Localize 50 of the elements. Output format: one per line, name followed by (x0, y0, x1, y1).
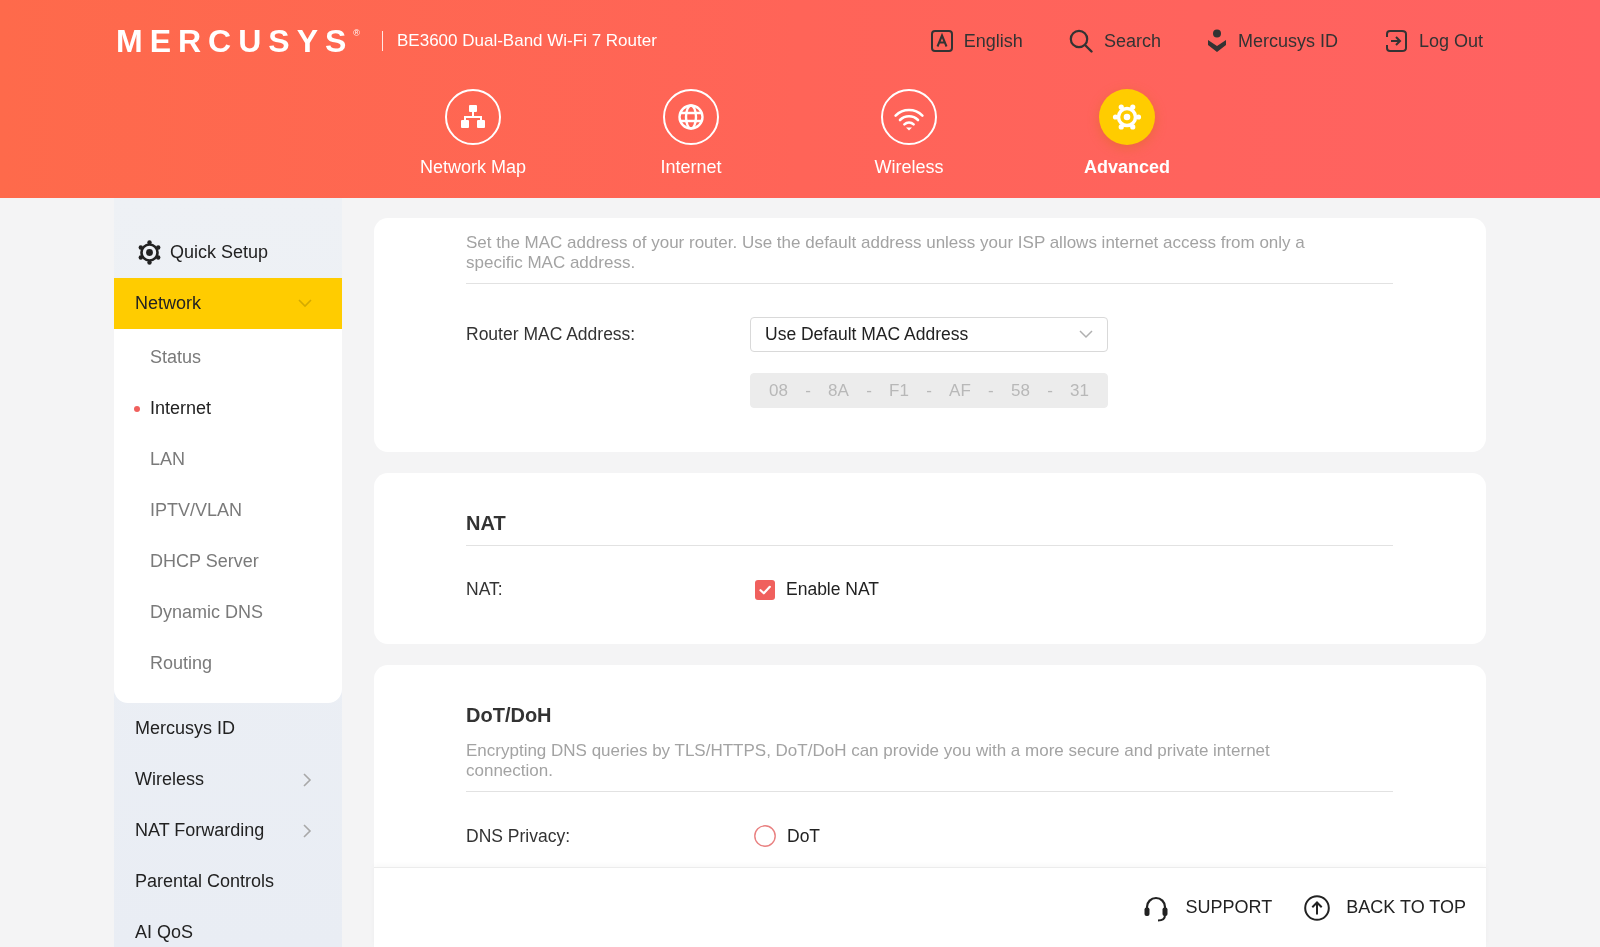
section-title: DoT/DoH (466, 703, 553, 727)
nav-tab[interactable]: Advanced (1018, 82, 1236, 177)
section-title: NAT (466, 511, 507, 535)
submenu-item[interactable]: DHCP Server (114, 536, 342, 587)
field-label: DNS Privacy: (466, 825, 572, 847)
gear-icon (137, 240, 162, 265)
logout-icon (1383, 29, 1408, 53)
sidebar-item[interactable]: Mercusys ID (114, 703, 342, 754)
field-label: NAT: (466, 579, 504, 600)
brand-logo: MERCUSYS$^{®}$ (116, 25, 360, 57)
chevron-down-icon (1079, 330, 1093, 339)
submenu-item[interactable]: IPTV/VLAN (114, 485, 342, 536)
field-label: Router MAC Address: (466, 324, 637, 345)
sidebar-item[interactable]: AI QoS (114, 907, 342, 947)
user-icon (1206, 29, 1227, 53)
submenu-item[interactable]: Status (114, 332, 342, 383)
logout-button[interactable]: Log Out (1383, 29, 1483, 53)
nav-tab[interactable]: Wireless (800, 82, 1018, 177)
sidebar-item[interactable]: Parental Controls (114, 856, 342, 907)
submenu-item[interactable]: Internet (114, 383, 342, 434)
support-link[interactable]: SUPPORT (1141, 893, 1273, 922)
search-button[interactable]: Search (1068, 29, 1161, 53)
checkbox[interactable] (755, 579, 775, 600)
radio-label[interactable]: DoT (787, 825, 821, 847)
back-to-top-button[interactable]: BACK TO TOP (1304, 894, 1466, 921)
submenu-item[interactable]: Dynamic DNS (114, 587, 342, 638)
language-icon (930, 30, 953, 52)
search-icon (1068, 29, 1093, 53)
submenu-item[interactable]: LAN (114, 434, 342, 485)
language-selector[interactable]: English (930, 29, 1023, 53)
sidebar-item[interactable]: Network (114, 278, 342, 329)
arrow-up-circle-icon (1304, 894, 1331, 921)
checkbox-label[interactable]: Enable NAT (786, 579, 880, 600)
hierarchy-icon (445, 89, 501, 145)
globe-icon (663, 89, 719, 145)
nav-tab[interactable]: Internet (582, 82, 800, 177)
sidebar-item[interactable]: Wireless (114, 754, 342, 805)
sidebar-item[interactable]: Quick Setup (114, 227, 342, 278)
gear-icon (1099, 89, 1155, 145)
account-link[interactable]: Mercusys ID (1206, 29, 1338, 53)
dropdown-select[interactable]: Use Default MAC Address (750, 317, 1108, 352)
section-description: Set the MAC address of your router. Use the default address unless your ISP allows internet access from only a specific MAC address. (466, 233, 1306, 273)
submenu-item[interactable]: Routing (114, 638, 342, 689)
nav-tab[interactable]: Network Map (364, 82, 582, 177)
wifi-icon (881, 89, 937, 145)
bullet-icon (134, 405, 140, 412)
sidebar-item[interactable]: NAT Forwarding (114, 805, 342, 856)
radio-button[interactable] (754, 825, 776, 847)
product-name: BE3600 Dual-Band Wi-Fi 7 Router (397, 31, 657, 51)
section-description: Encrypting DNS queries by TLS/HTTPS, DoT/DoH can provide you with a more secure and private internet connection. (466, 741, 1271, 781)
